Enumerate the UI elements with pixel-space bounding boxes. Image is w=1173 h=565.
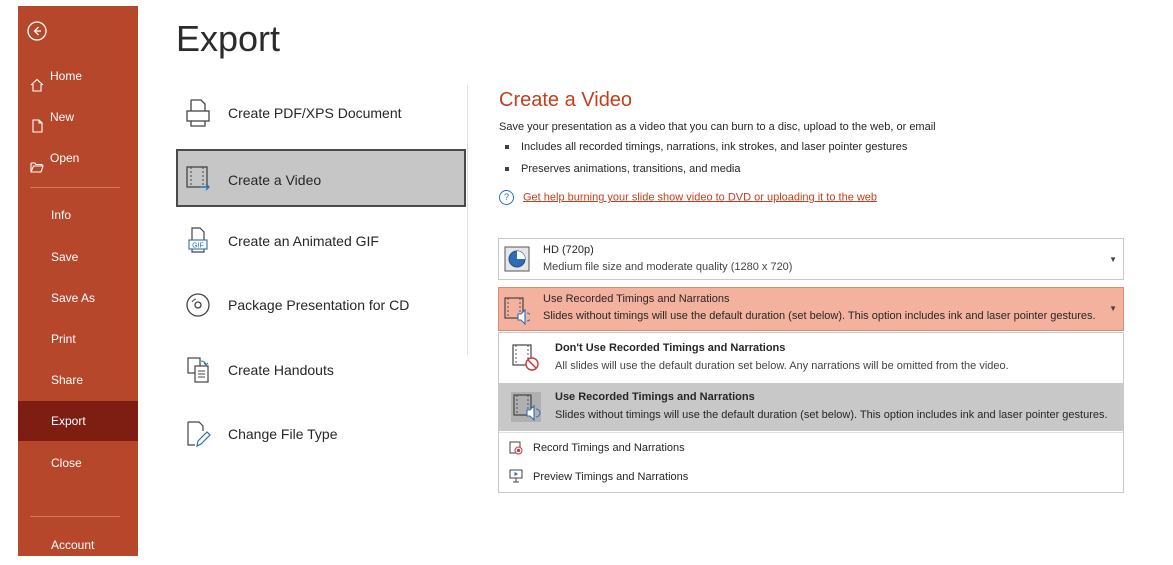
feature-bullet: Preserves animations, transitions, and m… [505,163,741,175]
folder-open-icon [30,150,44,173]
sidebar-item-label: Home [50,69,83,83]
timings-narration-icon [511,392,541,422]
quality-dropdown[interactable]: HD (720p) Medium file size and moderate … [498,238,1124,280]
sidebar-item-label: Export [51,414,86,428]
export-option-label: Create PDF/XPS Document [228,105,402,121]
home-icon [30,68,44,92]
bullet-text: Includes all recorded timings, narration… [521,141,908,153]
quality-subtitle: Medium file size and moderate quality (1… [543,261,793,273]
export-option-label: Package Presentation for CD [228,297,410,313]
feature-bullet: Includes all recorded timings, narration… [505,141,907,153]
timings-narration-icon [504,295,532,326]
sidebar-item-home[interactable]: Home [18,56,138,96]
bullet-marker [505,145,509,150]
quality-title: HD (720p) [543,244,594,256]
menu-item-record-timings[interactable]: Record Timings and Narrations [499,435,1123,461]
help-row: ? Get help burning your slide show video … [499,190,877,205]
sidebar-item-label: Share [51,373,84,387]
sidebar-divider [30,187,120,188]
timings-menu: Don't Use Recorded Timings and Narration… [498,332,1124,493]
pane-title: Create a Video [499,89,633,111]
export-option-gif[interactable]: GIF Create an Animated GIF [176,212,466,270]
back-icon[interactable] [26,20,48,42]
gif-icon: GIF [184,226,212,256]
menu-item-label: Preview Timings and Narrations [533,471,689,483]
help-question-icon: ? [499,190,514,205]
menu-item-subtitle: All slides will use the default duration… [555,360,1009,372]
sidebar-item-label: Save [51,250,79,264]
change-file-type-icon [184,419,212,449]
quality-icon [504,246,530,272]
sidebar-item-new[interactable]: New [18,97,138,137]
sidebar-item-label: Close [51,456,82,470]
sidebar-item-save-as[interactable]: Save As [18,278,138,318]
new-document-icon [30,109,44,133]
export-option-label: Create a Video [228,172,322,188]
sidebar-item-label: Save As [51,291,96,305]
sidebar-item-label: Info [51,208,72,222]
sidebar-item-info[interactable]: Info [18,195,138,235]
export-option-label: Create Handouts [228,362,334,378]
column-divider [467,85,468,355]
export-option-video[interactable]: Create a Video [176,149,466,207]
menu-item-preview-timings[interactable]: Preview Timings and Narrations [499,464,1123,490]
export-option-handouts[interactable]: Create Handouts [176,341,466,399]
sidebar-item-open[interactable]: Open [18,138,138,178]
sidebar-item-label: Print [51,332,76,346]
handouts-icon [184,355,212,385]
svg-text:GIF: GIF [192,243,204,250]
menu-item-title: Don't Use Recorded Timings and Narration… [555,342,786,354]
preview-icon [509,469,523,483]
menu-item-dont-use-timings[interactable]: Don't Use Recorded Timings and Narration… [499,333,1123,382]
video-icon [184,163,212,193]
menu-item-subtitle: Slides without timings will use the defa… [555,409,1108,421]
chevron-down-icon: ▼ [1109,304,1117,313]
bullet-marker [505,167,509,172]
cd-icon [184,290,212,320]
export-option-label: Create an Animated GIF [228,233,379,249]
sidebar-item-label: Open [50,151,80,165]
sidebar-divider [30,516,120,517]
page-title: Export [176,18,281,59]
bullet-text: Preserves animations, transitions, and m… [521,163,741,175]
sidebar-item-label: New [50,110,75,124]
record-icon [509,441,523,455]
menu-item-label: Record Timings and Narrations [533,442,685,454]
menu-separator [499,432,1123,433]
menu-item-use-timings[interactable]: Use Recorded Timings and Narrations Slid… [499,383,1123,431]
sidebar-item-share[interactable]: Share [18,360,138,400]
help-link[interactable]: Get help burning your slide show video t… [523,191,877,203]
window-edge [0,0,18,556]
export-option-change-file-type[interactable]: Change File Type [176,405,466,463]
timings-subtitle: Slides without timings will use the defa… [543,310,1096,322]
export-option-package-cd[interactable]: Package Presentation for CD [176,276,466,334]
pdf-document-icon [184,98,212,128]
sidebar-item-label: Account [51,538,95,552]
sidebar-item-account[interactable]: Account [18,525,138,565]
backstage-sidebar: Home New Open Info Save Save As Print Sh… [18,6,138,556]
export-option-label: Change File Type [228,426,338,442]
export-option-pdf[interactable]: Create PDF/XPS Document [176,84,466,142]
sidebar-item-close[interactable]: Close [18,443,138,483]
sidebar-item-save[interactable]: Save [18,237,138,277]
timings-dropdown[interactable]: Use Recorded Timings and Narrations Slid… [498,287,1124,331]
chevron-down-icon: ▼ [1109,255,1117,264]
sidebar-item-export[interactable]: Export [18,401,138,441]
menu-item-title: Use Recorded Timings and Narrations [555,391,755,403]
timings-title: Use Recorded Timings and Narrations [543,293,730,305]
pane-description: Save your presentation as a video that y… [499,121,936,133]
sidebar-item-print[interactable]: Print [18,319,138,359]
no-timings-icon [511,343,541,373]
